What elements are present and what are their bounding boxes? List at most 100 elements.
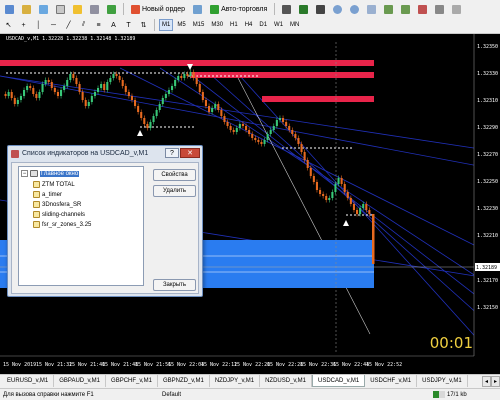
chart-tab[interactable]: USDCHF_v,M1: [365, 375, 418, 387]
line-chart-button[interactable]: [313, 3, 328, 16]
candle: [23, 90, 26, 96]
candlestick-button[interactable]: [296, 3, 311, 16]
collapse-icon[interactable]: −: [21, 170, 28, 177]
timeframe-h1[interactable]: H1: [227, 19, 241, 31]
candle: [356, 210, 359, 214]
indicators-button[interactable]: [415, 3, 430, 16]
time-tick-label: 15 Nov 21:48: [102, 362, 138, 368]
connection-icon: [433, 391, 445, 398]
candle: [50, 82, 53, 88]
terminal-button[interactable]: [87, 3, 102, 16]
zoom-in-button[interactable]: [330, 3, 345, 16]
profiles-button[interactable]: [19, 3, 34, 16]
close-icon[interactable]: ✕: [180, 148, 200, 158]
candle: [186, 74, 189, 76]
chart-tab[interactable]: USDJPY_v,M1: [417, 375, 468, 387]
vertical-line-icon: │: [36, 21, 41, 29]
fibonacci-button[interactable]: ≡: [92, 19, 105, 32]
market-watch-button[interactable]: [36, 3, 51, 16]
chart-shift-button[interactable]: [398, 3, 413, 16]
chart-tab[interactable]: GBPAUD_v,M1: [54, 375, 107, 387]
new-order-button[interactable]: Новый ордер: [128, 3, 188, 16]
tree-root-main-window[interactable]: − Главное окно: [21, 170, 80, 177]
data-window-icon: [56, 4, 65, 14]
auto-scroll-button[interactable]: [381, 3, 396, 16]
resistance-zone: [0, 60, 374, 66]
indicator-item[interactable]: fsr_sr_zones_3.25: [33, 221, 91, 228]
candle: [90, 96, 93, 102]
chart-tab[interactable]: NZDJPY_v,M1: [210, 375, 261, 387]
candle: [275, 120, 278, 126]
crosshair-button[interactable]: +: [17, 19, 30, 32]
trendline-button[interactable]: ╱: [62, 19, 75, 32]
channel-button[interactable]: ⫽: [77, 19, 90, 32]
close-button[interactable]: Закрыть: [153, 279, 196, 291]
text-tool-icon: A: [111, 21, 116, 29]
help-button[interactable]: ?: [165, 148, 179, 158]
timeframe-h4[interactable]: H4: [242, 19, 256, 31]
candle: [195, 78, 198, 84]
chart-tab[interactable]: GBPNZD_v,M1: [158, 375, 210, 387]
vertical-line-button[interactable]: │: [32, 19, 45, 32]
candle: [251, 134, 254, 138]
candle: [81, 92, 84, 100]
candle: [340, 178, 343, 184]
tile-windows-button[interactable]: [364, 3, 379, 16]
indicator-item[interactable]: 3Dnosfera_SR: [33, 201, 81, 208]
indicator-item[interactable]: sliding-channels: [33, 211, 85, 218]
timeframe-w1[interactable]: W1: [271, 19, 286, 31]
time-tick-label: 15 Nov 22:28: [267, 362, 303, 368]
zoom-out-button[interactable]: [347, 3, 362, 16]
chart-tab[interactable]: EURUSD_v,M1: [2, 375, 55, 387]
bar-chart-button[interactable]: [279, 3, 294, 16]
metaeditor-button[interactable]: [190, 3, 205, 16]
cursor-button[interactable]: ↖: [2, 19, 15, 32]
horizontal-line-button[interactable]: ─: [47, 19, 60, 32]
timeframe-m30[interactable]: M30: [208, 19, 226, 31]
candle: [266, 134, 269, 140]
new-chart-icon: [5, 4, 14, 14]
navigator-button[interactable]: [70, 3, 85, 16]
autotrading-button[interactable]: Авто-торговля: [207, 3, 270, 16]
chart-tab[interactable]: USDCAD_v,M1: [311, 375, 366, 387]
properties-button[interactable]: Свойства: [153, 169, 196, 181]
templates-button[interactable]: [449, 3, 464, 16]
candle: [365, 204, 368, 210]
label-tool-button[interactable]: T: [122, 19, 135, 32]
strategy-tester-icon: [107, 4, 116, 14]
candle: [161, 98, 164, 104]
dialog-body: − Главное окно ZTM TOTAL a_timer 3Dnosfera…: [11, 162, 199, 294]
chart-tab[interactable]: GBPCHF_v,M1: [106, 375, 158, 387]
new-chart-button[interactable]: [2, 3, 17, 16]
candle: [297, 138, 300, 144]
candle: [260, 142, 263, 144]
timeframe-d1[interactable]: D1: [256, 19, 270, 31]
periods-button[interactable]: [432, 3, 447, 16]
toolbar-separator: [123, 3, 124, 15]
timeframe-m5[interactable]: M5: [174, 19, 188, 31]
candle: [337, 178, 340, 184]
candle: [84, 100, 87, 106]
indicator-icon: [33, 181, 40, 188]
autotrading-icon: [210, 4, 220, 14]
timeframe-m15[interactable]: M15: [190, 19, 208, 31]
time-tick-label: 15 Nov 2019: [3, 362, 36, 368]
text-tool-button[interactable]: A: [107, 19, 120, 32]
tab-scroll: ◂ ▸: [482, 376, 500, 387]
data-window-button[interactable]: [53, 3, 68, 16]
candle: [75, 78, 78, 84]
indicator-item[interactable]: ZTM TOTAL: [33, 181, 75, 188]
candle: [325, 196, 328, 200]
candle: [16, 100, 19, 104]
tab-scroll-right-icon[interactable]: ▸: [491, 376, 500, 387]
timeframe-mn[interactable]: MN: [287, 19, 302, 31]
delete-button[interactable]: Удалить: [153, 185, 196, 197]
chart-tab[interactable]: NZDUSD_v,M1: [260, 375, 312, 387]
arrows-button[interactable]: ⇅: [137, 19, 150, 32]
timeframe-m1[interactable]: M1: [159, 19, 174, 31]
resistance-zone: [262, 96, 374, 102]
toolbar-row-main: Новый ордер Авто-торговля: [0, 1, 500, 17]
strategy-tester-button[interactable]: [104, 3, 119, 16]
indicator-item[interactable]: a_timer: [33, 191, 62, 198]
tab-scroll-left-icon[interactable]: ◂: [482, 376, 491, 387]
